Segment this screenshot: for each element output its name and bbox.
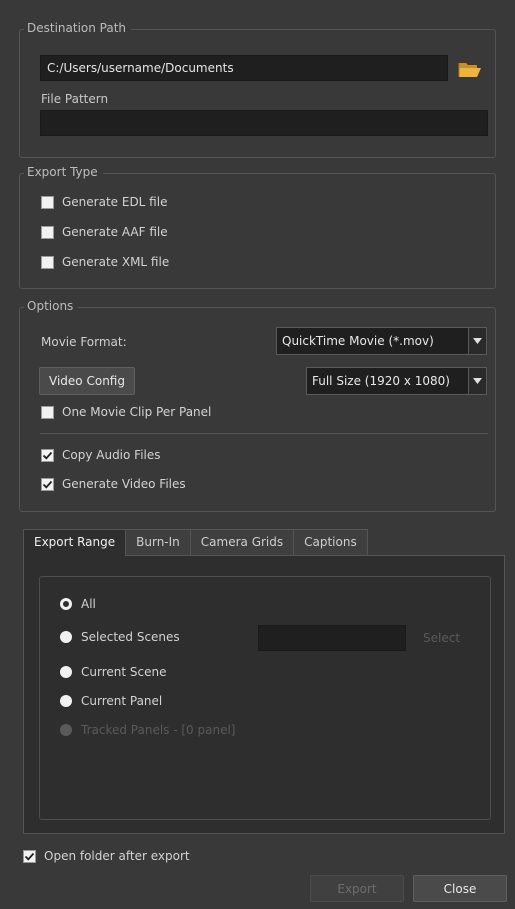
tab-bar: Export Range Burn-In Camera Grids Captio… xyxy=(23,529,368,556)
checkbox-box[interactable] xyxy=(41,225,54,239)
range-tracked-panels-radio: Tracked Panels - [0 panel] xyxy=(60,723,235,737)
tab-burn-in[interactable]: Burn-In xyxy=(125,529,191,555)
generate-aaf-checkbox[interactable]: Generate AAF file xyxy=(41,225,168,239)
copy-audio-label: Copy Audio Files xyxy=(62,448,161,462)
check-icon xyxy=(42,451,53,460)
generate-xml-checkbox[interactable]: Generate XML file xyxy=(41,255,169,269)
range-current-scene-radio[interactable]: Current Scene xyxy=(60,665,166,679)
tab-export-range[interactable]: Export Range xyxy=(23,529,127,556)
movie-format-dropdown[interactable]: QuickTime Movie (*.mov) xyxy=(276,327,487,355)
checkbox-box[interactable] xyxy=(41,477,54,491)
chevron-down-icon[interactable] xyxy=(468,368,486,394)
tab-camera-grids[interactable]: Camera Grids xyxy=(189,529,295,555)
generate-edl-label: Generate EDL file xyxy=(62,195,168,209)
options-title: Options xyxy=(24,299,79,313)
export-button[interactable]: Export xyxy=(310,875,404,902)
checkbox-box[interactable] xyxy=(41,255,54,269)
range-selected-scenes-radio[interactable]: Selected Scenes xyxy=(60,630,180,644)
destination-path-input[interactable] xyxy=(40,55,448,81)
browse-folder-icon[interactable] xyxy=(457,59,483,79)
radio-button[interactable] xyxy=(60,666,72,678)
close-button[interactable]: Close xyxy=(413,875,507,902)
movie-format-label: Movie Format: xyxy=(41,335,127,349)
open-folder-label: Open folder after export xyxy=(44,849,190,863)
generate-video-checkbox[interactable]: Generate Video Files xyxy=(41,477,186,491)
video-config-button[interactable]: Video Config xyxy=(39,367,135,395)
range-current-panel-label: Current Panel xyxy=(81,694,163,708)
file-pattern-input[interactable] xyxy=(40,110,488,136)
destination-path-title: Destination Path xyxy=(24,21,132,35)
checkbox-box[interactable] xyxy=(41,405,54,419)
range-current-panel-radio[interactable]: Current Panel xyxy=(60,694,162,708)
range-tracked-panels-label: Tracked Panels - [0 panel] xyxy=(81,723,236,737)
range-current-scene-label: Current Scene xyxy=(81,665,167,679)
generate-edl-checkbox[interactable]: Generate EDL file xyxy=(41,195,167,209)
check-icon xyxy=(42,480,53,489)
tab-captions[interactable]: Captions xyxy=(293,529,368,555)
file-pattern-label: File Pattern xyxy=(41,92,109,106)
radio-button[interactable] xyxy=(60,631,72,643)
export-type-title: Export Type xyxy=(24,165,103,179)
select-button[interactable]: Select xyxy=(423,631,460,645)
range-selected-scenes-label: Selected Scenes xyxy=(81,630,180,644)
check-icon xyxy=(24,852,35,861)
generate-xml-label: Generate XML file xyxy=(62,255,170,269)
range-all-radio[interactable]: All xyxy=(60,597,96,611)
range-all-label: All xyxy=(81,597,96,611)
options-divider xyxy=(40,433,488,434)
chevron-down-icon[interactable] xyxy=(468,328,486,354)
checkbox-box[interactable] xyxy=(23,849,36,863)
generate-aaf-label: Generate AAF file xyxy=(62,225,168,239)
movie-format-value: QuickTime Movie (*.mov) xyxy=(282,334,434,348)
one-movie-clip-label: One Movie Clip Per Panel xyxy=(62,405,212,419)
open-folder-checkbox[interactable]: Open folder after export xyxy=(23,849,190,863)
copy-audio-checkbox[interactable]: Copy Audio Files xyxy=(41,448,161,462)
radio-button[interactable] xyxy=(60,695,72,707)
radio-button[interactable] xyxy=(60,598,72,610)
resolution-dropdown[interactable]: Full Size (1920 x 1080) xyxy=(306,367,487,395)
generate-video-label: Generate Video Files xyxy=(62,477,186,491)
one-movie-clip-checkbox[interactable]: One Movie Clip Per Panel xyxy=(41,405,211,419)
resolution-value: Full Size (1920 x 1080) xyxy=(312,374,450,388)
checkbox-box[interactable] xyxy=(41,195,54,209)
radio-button xyxy=(60,724,72,736)
checkbox-box[interactable] xyxy=(41,448,54,462)
selected-scenes-field xyxy=(258,625,406,651)
